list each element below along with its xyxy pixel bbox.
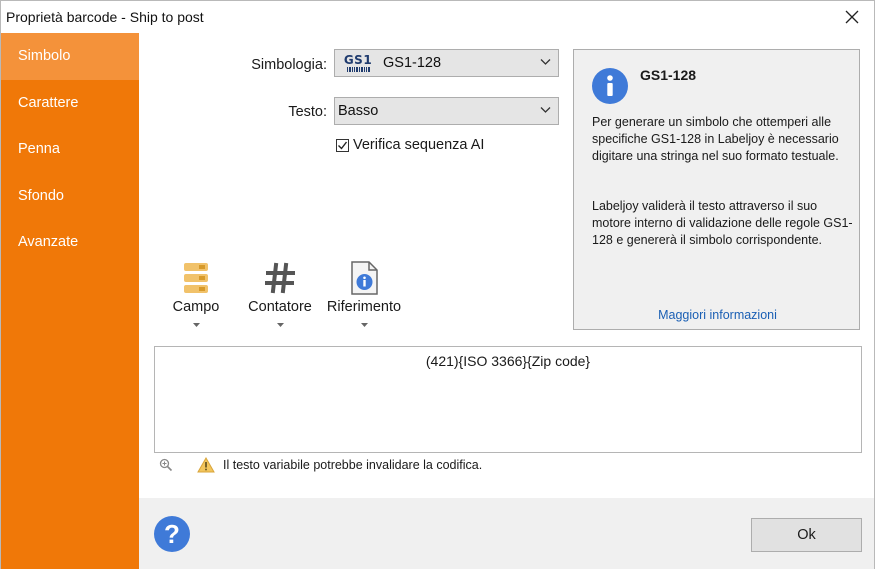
sidebar-item-simbolo[interactable]: Simbolo (1, 33, 139, 80)
verify-ai-sequence-label: Verifica sequenza AI (353, 137, 485, 153)
sidebar-item-carattere[interactable]: Carattere (1, 80, 139, 127)
barcode-text-editor[interactable]: (421){ISO 3366}{Zip code} (154, 346, 862, 453)
sidebar: Simbolo Carattere Penna Sfondo Avanzate (1, 33, 139, 569)
zoom-icon[interactable] (159, 458, 173, 472)
window-title: Proprietà barcode - Ship to post (6, 9, 204, 25)
text-position-label: Testo: (288, 104, 327, 120)
close-icon (845, 10, 859, 24)
contatore-label: Contatore (248, 299, 312, 315)
contatore-tool-button[interactable]: Contatore (244, 261, 316, 327)
gs1-logo-icon: GS1 (343, 54, 373, 72)
sidebar-item-avanzate[interactable]: Avanzate (1, 219, 139, 266)
warning-text: Il testo variabile potrebbe invalidare l… (223, 458, 483, 472)
barcode-properties-dialog: Proprietà barcode - Ship to post Simbolo… (0, 0, 875, 569)
dropdown-arrow-icon (276, 323, 284, 327)
checkmark-icon (338, 141, 348, 150)
close-button[interactable] (836, 3, 868, 31)
info-paragraph-1: Per generare un simbolo che ottemperi al… (592, 115, 839, 163)
info-paragraph-2: Labeljoy validerà il testo attraverso il… (592, 199, 853, 247)
info-icon (592, 68, 628, 104)
text-position-select[interactable]: Basso (334, 97, 559, 125)
symbology-value: GS1-128 (383, 55, 442, 71)
chevron-down-icon (540, 107, 551, 113)
symbology-select[interactable]: GS1 GS1-128 (334, 49, 559, 77)
database-field-icon (184, 263, 208, 293)
dropdown-arrow-icon (192, 323, 200, 327)
info-title: GS1-128 (640, 67, 697, 83)
riferimento-label: Riferimento (326, 299, 402, 315)
hash-counter-icon (265, 262, 295, 294)
chevron-down-icon (540, 59, 551, 65)
info-panel: GS1-128 Per generare un simbolo che otte… (573, 49, 860, 330)
ok-button[interactable]: Ok (751, 518, 862, 552)
more-info-link[interactable]: Maggiori informazioni (574, 308, 861, 322)
barcode-text-value: (421){ISO 3366}{Zip code} (425, 353, 591, 369)
sidebar-item-penna[interactable]: Penna (1, 126, 139, 173)
warning-row: Il testo variabile potrebbe invalidare l… (159, 457, 482, 473)
verify-ai-sequence-checkbox[interactable]: Verifica sequenza AI (336, 137, 484, 153)
campo-tool-button[interactable]: Campo (164, 261, 228, 327)
document-info-icon (351, 261, 378, 295)
symbology-label: Simbologia: (251, 57, 327, 73)
dropdown-arrow-icon (360, 323, 368, 327)
riferimento-tool-button[interactable]: Riferimento (323, 261, 405, 327)
title-bar: Proprietà barcode - Ship to post (1, 1, 874, 33)
text-position-value: Basso (338, 103, 379, 119)
sidebar-item-sfondo[interactable]: Sfondo (1, 173, 139, 220)
campo-label: Campo (172, 299, 220, 315)
checkbox-box (336, 138, 349, 152)
warning-icon (197, 457, 215, 473)
help-icon[interactable]: ? (154, 516, 190, 552)
